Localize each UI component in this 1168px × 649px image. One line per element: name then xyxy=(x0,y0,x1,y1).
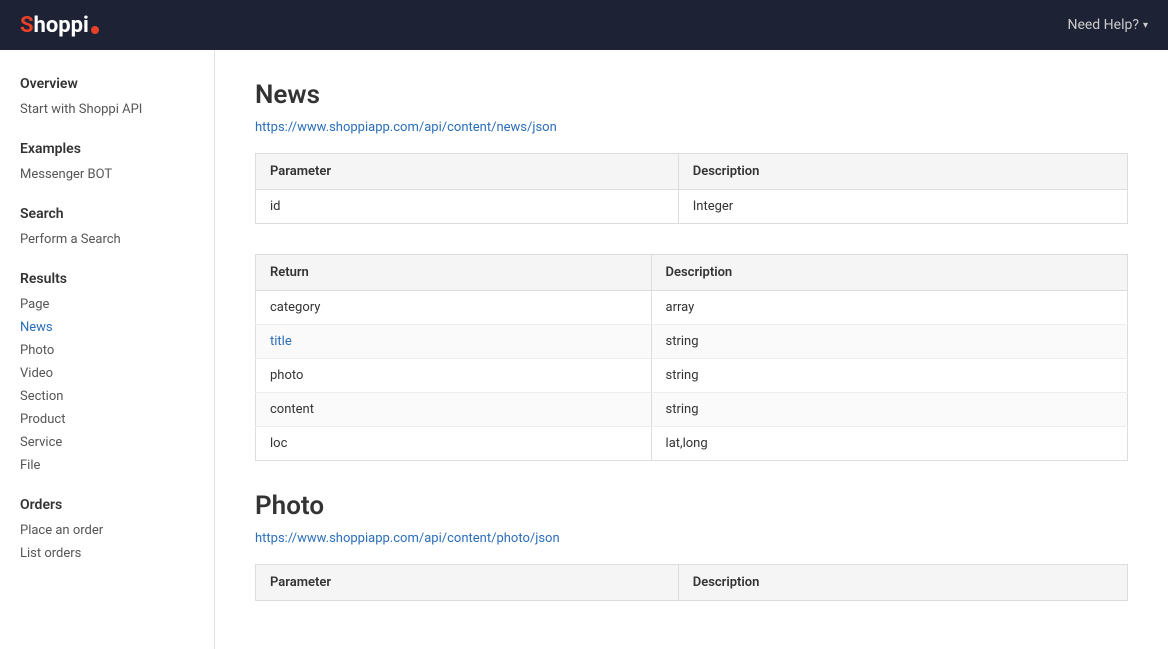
table-row: id Integer xyxy=(256,190,1128,224)
main-content: News https://www.shoppiapp.com/api/conte… xyxy=(215,50,1168,649)
news-return-loc-desc: lat,long xyxy=(651,427,1127,461)
photo-param-col-description: Description xyxy=(678,565,1127,601)
sidebar-item-start-api[interactable]: Start with Shoppi API xyxy=(0,98,214,121)
main-header: S hoppi Need Help? xyxy=(0,0,1168,50)
sidebar-item-product[interactable]: Product xyxy=(0,408,214,431)
photo-heading: Photo xyxy=(255,491,1128,521)
sidebar-title-results: Results xyxy=(0,265,214,293)
news-return-col-description: Description xyxy=(651,255,1127,291)
logo-dot xyxy=(91,26,99,34)
news-param-col-parameter: Parameter xyxy=(256,154,679,190)
photo-section: Photo https://www.shoppiapp.com/api/cont… xyxy=(255,491,1128,601)
news-api-link[interactable]: https://www.shoppiapp.com/api/content/ne… xyxy=(255,120,1128,135)
sidebar-title-examples: Examples xyxy=(0,135,214,163)
sidebar: Overview Start with Shoppi API Examples … xyxy=(0,50,215,649)
table-row: content string xyxy=(256,393,1128,427)
news-section: News https://www.shoppiapp.com/api/conte… xyxy=(255,80,1128,461)
sidebar-group-examples: Examples Messenger BOT xyxy=(0,135,214,186)
news-param-id-desc: Integer xyxy=(678,190,1127,224)
sidebar-item-list-orders[interactable]: List orders xyxy=(0,542,214,565)
news-return-content-desc: string xyxy=(651,393,1127,427)
table-row: loc lat,long xyxy=(256,427,1128,461)
sidebar-item-news[interactable]: News xyxy=(0,316,214,339)
news-param-id: id xyxy=(256,190,679,224)
sidebar-item-service[interactable]: Service xyxy=(0,431,214,454)
news-return-category: category xyxy=(256,291,652,325)
news-return-photo: photo xyxy=(256,359,652,393)
sidebar-group-orders: Orders Place an order List orders xyxy=(0,491,214,565)
news-return-title-desc: string xyxy=(651,325,1127,359)
table-row: photo string xyxy=(256,359,1128,393)
news-return-category-desc: array xyxy=(651,291,1127,325)
sidebar-group-overview: Overview Start with Shoppi API xyxy=(0,70,214,121)
news-return-loc: loc xyxy=(256,427,652,461)
sidebar-item-page[interactable]: Page xyxy=(0,293,214,316)
logo: S hoppi xyxy=(20,13,99,38)
news-heading: News xyxy=(255,80,1128,110)
photo-param-col-parameter: Parameter xyxy=(256,565,679,601)
photo-param-table: Parameter Description xyxy=(255,564,1128,601)
layout: Overview Start with Shoppi API Examples … xyxy=(0,50,1168,649)
sidebar-item-file[interactable]: File xyxy=(0,454,214,477)
sidebar-title-orders: Orders xyxy=(0,491,214,519)
sidebar-item-messenger-bot[interactable]: Messenger BOT xyxy=(0,163,214,186)
news-return-title: title xyxy=(256,325,652,359)
sidebar-item-perform-search[interactable]: Perform a Search xyxy=(0,228,214,251)
sidebar-item-photo[interactable]: Photo xyxy=(0,339,214,362)
news-param-table: Parameter Description id Integer xyxy=(255,153,1128,224)
news-param-col-description: Description xyxy=(678,154,1127,190)
news-return-content: content xyxy=(256,393,652,427)
photo-api-link[interactable]: https://www.shoppiapp.com/api/content/ph… xyxy=(255,531,1128,546)
news-return-table: Return Description category array title … xyxy=(255,254,1128,461)
news-return-photo-desc: string xyxy=(651,359,1127,393)
sidebar-group-search: Search Perform a Search xyxy=(0,200,214,251)
sidebar-item-video[interactable]: Video xyxy=(0,362,214,385)
logo-text: hoppi xyxy=(34,13,89,38)
sidebar-title-search: Search xyxy=(0,200,214,228)
logo-s: S xyxy=(20,13,34,38)
table-row: category array xyxy=(256,291,1128,325)
sidebar-title-overview: Overview xyxy=(0,70,214,98)
sidebar-item-section[interactable]: Section xyxy=(0,385,214,408)
sidebar-item-place-order[interactable]: Place an order xyxy=(0,519,214,542)
table-row: title string xyxy=(256,325,1128,359)
news-return-col-return: Return xyxy=(256,255,652,291)
sidebar-group-results: Results Page News Photo Video Section Pr… xyxy=(0,265,214,477)
help-button[interactable]: Need Help? xyxy=(1067,17,1148,33)
